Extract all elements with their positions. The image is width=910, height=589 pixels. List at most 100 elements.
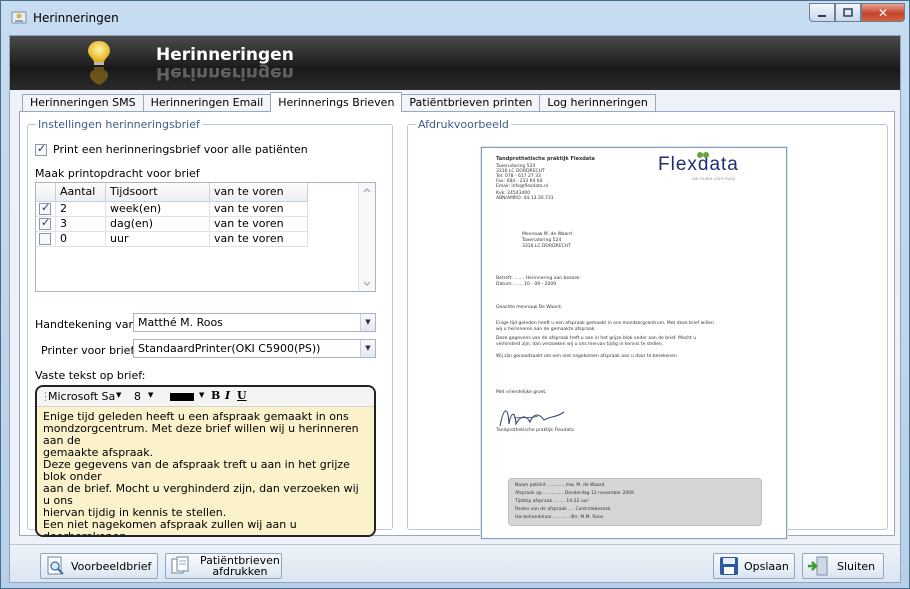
save-button[interactable]: Opslaan: [713, 553, 795, 579]
table-row[interactable]: van te voren: [210, 217, 308, 232]
chevron-down-icon[interactable]: ▼: [360, 340, 375, 357]
close-label: Sluiten: [837, 559, 876, 573]
title-bar[interactable]: Herinneringen ✕: [1, 1, 909, 35]
grid-header-tijdsoort[interactable]: Tijdsoort: [106, 183, 210, 202]
floppy-disk-icon: [720, 557, 738, 575]
signature-select[interactable]: Matthé M. Roos ▼: [133, 313, 376, 332]
fixed-text-label: Vaste tekst op brief:: [35, 369, 146, 382]
magnifier-document-icon: [47, 556, 64, 575]
grid-header-vooraf[interactable]: van te voren: [210, 183, 308, 202]
tab-letters[interactable]: Herinnerings Brieven: [270, 92, 403, 112]
print-all-checkbox[interactable]: [35, 142, 47, 156]
letter-preview: Tandprothetische praktijk Flexdata Taxer…: [481, 147, 787, 539]
window-title: Herinneringen: [33, 11, 119, 25]
chevron-down-icon[interactable]: ▼: [148, 391, 153, 399]
logo-tagline: we make care easy: [692, 177, 736, 182]
chevron-down-icon[interactable]: ▼: [360, 314, 375, 331]
application-window: Herinneringen ✕ Herinneringen Herinnerin…: [0, 0, 910, 589]
table-row[interactable]: van te voren: [210, 232, 308, 247]
table-row[interactable]: week(en): [106, 202, 210, 217]
scroll-arrows-icon: [363, 188, 371, 286]
recipient-line: Taxerudoring 524: [522, 238, 562, 243]
maximize-button[interactable]: [835, 3, 861, 22]
app-icon: [11, 11, 27, 24]
banner-title: Herinneringen: [156, 45, 294, 65]
signature-name: Tandprothetische praktijk Flexdata: [496, 428, 574, 433]
font-color-swatch[interactable]: [170, 393, 194, 401]
minimize-icon: [818, 14, 826, 17]
tab-sms[interactable]: Herinneringen SMS: [22, 94, 144, 112]
table-row[interactable]: van te voren: [210, 202, 308, 217]
info-line: Naam patiënt ............ mw. M. de Waar…: [515, 483, 605, 488]
signature-value: Matthé M. Roos: [138, 316, 223, 329]
printer-select[interactable]: StandaardPrinter(OKI C5900(PS)) ▼: [133, 339, 376, 358]
print-job-label: Maak printopdracht voor brief: [35, 167, 200, 180]
close-window-button[interactable]: ✕: [861, 3, 905, 22]
reminder-schedule-grid[interactable]: Aantal Tijdsoort van te voren 2 week(en)…: [35, 182, 376, 292]
client-area: Herinneringen Herinneringen Herinneringe…: [9, 35, 901, 583]
print-letters-button[interactable]: Patiëntbrieven afdrukken: [165, 553, 282, 579]
printer-label: Printer voor brief:: [41, 344, 138, 357]
address-line: Email: info@flexdata.nl: [496, 184, 549, 189]
underline-button[interactable]: U: [237, 389, 247, 402]
minimize-button[interactable]: [809, 3, 835, 22]
tab-email[interactable]: Herinneringen Email: [142, 94, 272, 112]
tab-log[interactable]: Log herinneringen: [539, 94, 656, 112]
grid-header-select: [36, 183, 56, 202]
print-letters-text: Patiëntbrieven afdrukken: [200, 555, 280, 577]
italic-button[interactable]: I: [225, 389, 230, 402]
recipient-line: Mevrouw M. de Waard: [522, 232, 572, 237]
footer-bar: Voorbeeldbrief Patiëntbrieven afdrukken: [10, 544, 900, 582]
font-size-select[interactable]: 8: [134, 390, 141, 403]
body-line: verhinderd zijn, dan verzoeken wij u ons…: [496, 342, 664, 347]
appointment-info-box: Naam patiënt ............ mw. M. de Waar…: [508, 478, 762, 526]
grid-row-1-checkbox[interactable]: [36, 201, 56, 217]
bold-button[interactable]: B: [211, 389, 220, 402]
preview-letter-label: Voorbeeldbrief: [71, 559, 152, 573]
info-line: Tijdstip afspraak ........ 14:22 uur: [515, 499, 589, 504]
print-all-option[interactable]: Print een herinneringsbrief voor alle pa…: [35, 142, 308, 156]
font-family-select[interactable]: Microsoft Sa: [48, 390, 115, 403]
printer-value: StandaardPrinter(OKI C5900(PS)): [138, 342, 321, 355]
banner-title-reflection: Herinneringen: [156, 63, 294, 83]
table-row[interactable]: uur: [106, 232, 210, 247]
practice-name: Tandprothetische praktijk Flexdata: [496, 156, 595, 162]
close-button[interactable]: Sluiten: [802, 553, 884, 579]
recipient-line: 3316 LC DORDRECHT: [522, 244, 571, 249]
close-icon: ✕: [877, 5, 889, 20]
preview-letter-button[interactable]: Voorbeeldbrief: [40, 553, 158, 579]
grid-scrollbar[interactable]: [358, 183, 375, 291]
row-3-check[interactable]: [39, 233, 51, 245]
tab-print-letters[interactable]: Patiëntbrieven printen: [401, 94, 541, 112]
info-line: Uw behandelaar ........... dhr. M.M. Roo…: [515, 515, 604, 520]
table-row[interactable]: dag(en): [106, 217, 210, 232]
documents-icon: [171, 556, 189, 574]
logo-heart-icon: [697, 152, 709, 158]
window-controls: ✕: [809, 3, 905, 23]
exit-door-icon: [808, 556, 828, 576]
grid-header-aantal[interactable]: Aantal: [56, 183, 106, 202]
grid-row-3-checkbox[interactable]: [36, 232, 56, 247]
header-banner: Herinneringen Herinneringen: [10, 36, 900, 90]
row-1-check[interactable]: [39, 201, 51, 215]
table-row[interactable]: 3: [56, 217, 106, 232]
chevron-down-icon[interactable]: ▼: [116, 391, 121, 399]
subject-line: Betreft: ....... Herinnering aan bezoek: [496, 276, 580, 281]
save-label: Opslaan: [744, 559, 789, 573]
row-2-check[interactable]: [39, 216, 51, 230]
body-line: Enige tijd geleden heeft u een afspraak …: [496, 321, 714, 326]
closing: Met vriendelijke groet,: [496, 390, 547, 395]
tab-strip: Herinneringen SMS Herinneringen Email He…: [22, 92, 656, 112]
lightbulb-icon: [88, 41, 110, 85]
body-line: Deze gegevens van de afspraak treft u aa…: [496, 336, 697, 341]
bank-line: ABN/AMRO: 44.13.30.731: [496, 196, 554, 201]
table-row[interactable]: 2: [56, 202, 106, 217]
settings-group: Instellingen herinneringsbrief Print een…: [27, 118, 393, 537]
print-all-label: Print een herinneringsbrief voor alle pa…: [53, 143, 308, 156]
table-row[interactable]: 0: [56, 232, 106, 247]
grid-row-2-checkbox[interactable]: [36, 216, 56, 232]
editor-body[interactable]: Enige tijd geleden heeft u een afspraak …: [37, 407, 374, 535]
letter-text-editor[interactable]: ⋮ Microsoft Sa ▼ 8 ▼ ▼ B I U Enige tijd …: [35, 385, 376, 537]
chevron-down-icon[interactable]: ▼: [199, 391, 204, 399]
print-letters-label-2: afdrukken: [212, 565, 268, 578]
